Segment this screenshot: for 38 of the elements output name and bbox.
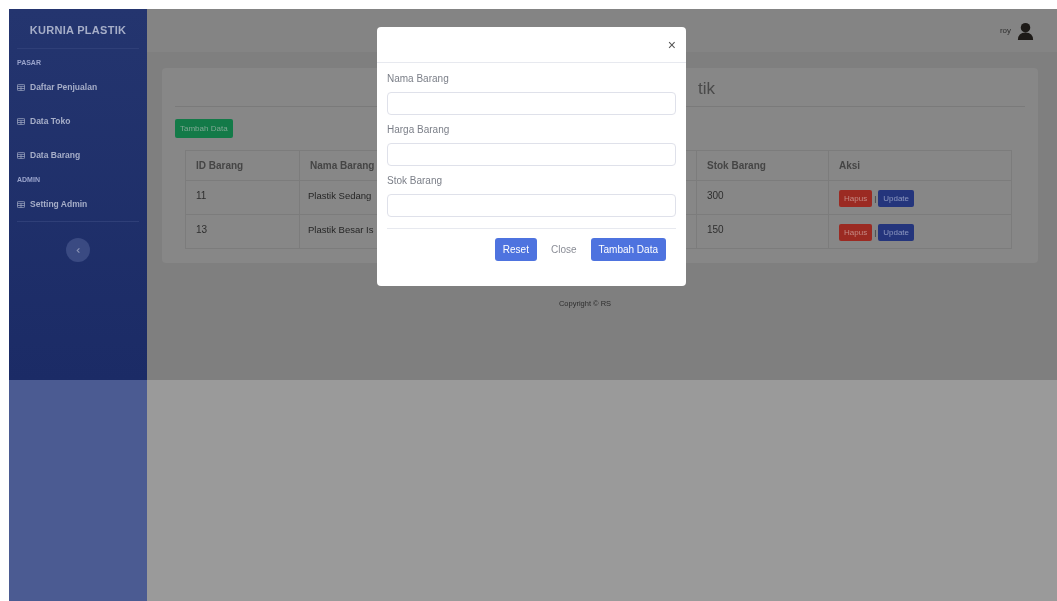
delete-button[interactable]: Hapus [839,190,873,207]
delete-button[interactable]: Hapus [839,224,873,241]
avatar-icon[interactable] [1016,21,1035,40]
sidebar-item[interactable]: Daftar Penjualan [17,70,139,104]
column-header: Nama Barang [299,150,377,181]
field-label: Nama Barang [387,72,450,86]
update-button[interactable]: Update [878,224,914,241]
modal-button[interactable]: Reset [494,238,537,261]
chevron-left-icon [74,246,82,254]
card-title: tik [698,79,715,98]
sidebar-toggle-button[interactable] [66,238,90,262]
table-icon [17,117,25,125]
brand-title: KURNIA PLASTIK [28,23,128,38]
sidebar-item[interactable]: Data Toko [17,104,139,138]
sidebar-item[interactable]: Setting Admin [17,187,139,221]
close-button[interactable]: × [667,36,676,53]
field-label: Stok Barang [387,174,444,188]
table-cell: 150 [696,214,829,249]
table-cell: 300 [696,180,829,215]
column-header: ID Barang [185,150,300,181]
field-label: Harga Barang [387,123,451,137]
table-cell: 13 [185,214,300,249]
input-field[interactable] [387,194,676,217]
sidebar-item[interactable]: Data Barang [17,138,139,172]
table-icon [17,200,25,208]
table-cell: 11 [185,180,300,215]
table-icon [17,151,25,159]
separator: | [874,228,877,237]
column-header: Stok Barang [696,150,829,181]
modal-button[interactable]: Close [542,238,585,261]
update-button[interactable]: Update [878,190,914,207]
input-field[interactable] [387,143,676,166]
table-icon [17,83,25,91]
input-field[interactable] [387,92,676,115]
separator: | [874,194,877,203]
modal-button[interactable]: Tambah Data [590,238,666,261]
user-name[interactable]: roy [999,26,1011,35]
column-header: Aksi [828,150,1012,181]
